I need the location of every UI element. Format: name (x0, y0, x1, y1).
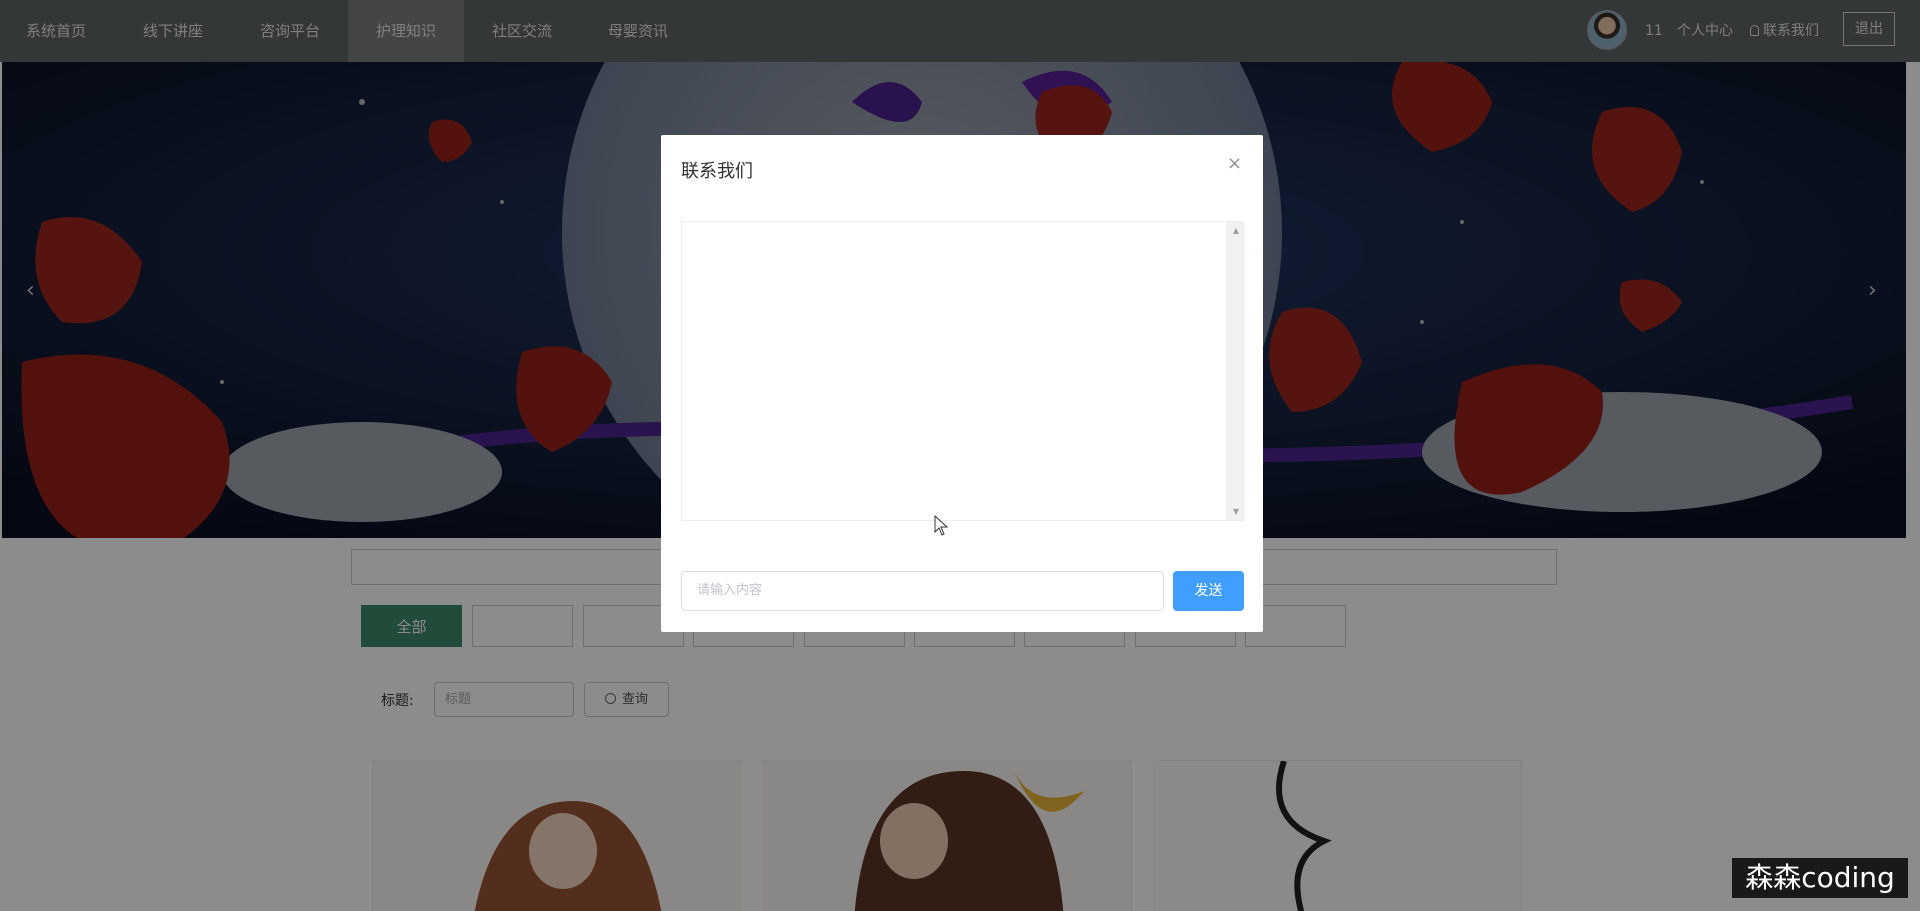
mouse-cursor-icon (934, 515, 949, 536)
contact-dialog: 联系我们 × ▲ ▼ 请输入内容 发送 (661, 135, 1263, 632)
scroll-down-icon[interactable]: ▼ (1233, 507, 1239, 516)
dialog-title: 联系我们 (681, 161, 753, 182)
scroll-up-icon[interactable]: ▲ (1233, 226, 1239, 235)
send-button[interactable]: 发送 (1173, 571, 1244, 611)
chat-history[interactable]: ▲ ▼ (681, 221, 1244, 521)
message-input[interactable]: 请输入内容 (681, 571, 1164, 611)
watermark: 森森coding (1732, 858, 1908, 898)
chat-scrollbar[interactable]: ▲ ▼ (1226, 222, 1243, 520)
close-icon[interactable]: × (1227, 153, 1242, 174)
